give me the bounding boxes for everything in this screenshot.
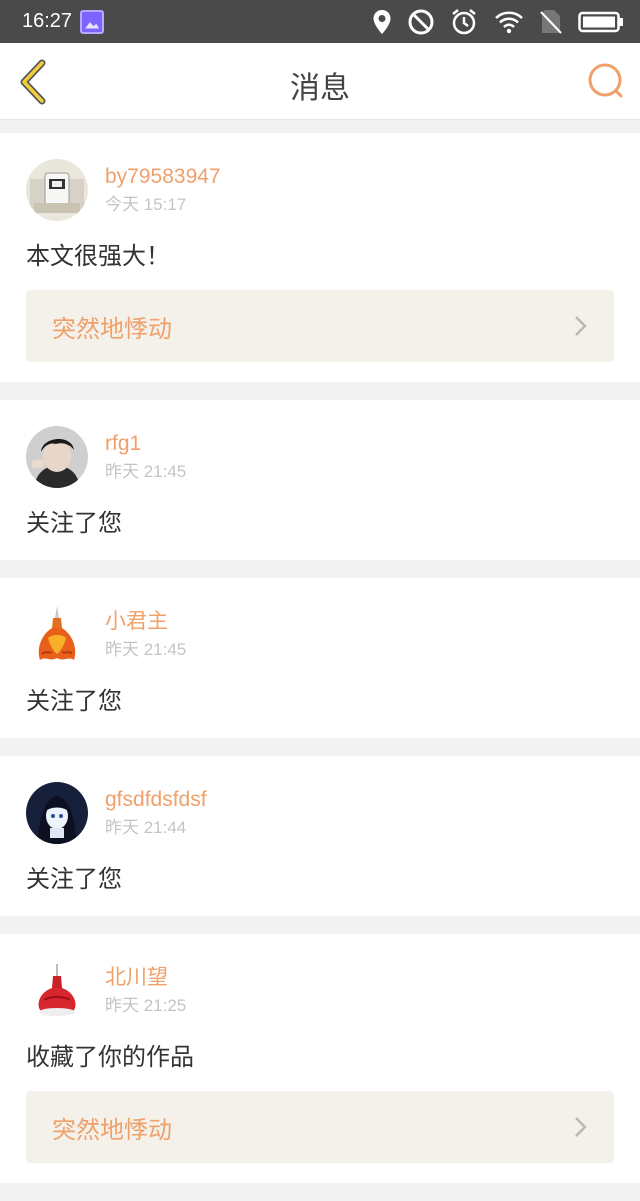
- avatar[interactable]: [26, 159, 88, 221]
- message-header: gfsdfdsfdsf 昨天 21:44: [26, 782, 614, 844]
- page-title: 消息: [290, 71, 350, 106]
- message-text: 关注了您: [26, 687, 122, 715]
- avatar[interactable]: [26, 782, 88, 844]
- message-time: 昨天 21:45: [105, 462, 187, 481]
- status-time: 16:27: [22, 10, 73, 32]
- alarm-clock-icon: [452, 8, 476, 34]
- username[interactable]: rfg1: [105, 430, 186, 458]
- message-text: 收藏了你的作品: [26, 1043, 194, 1071]
- work-title: 突然地悸动: [52, 314, 172, 343]
- message-text: 本文很强大！: [26, 242, 170, 270]
- work-link[interactable]: 突然地悸动: [26, 290, 614, 362]
- message-card[interactable]: gfsdfdsfdsf 昨天 21:44 关注了您: [0, 756, 640, 916]
- work-title: 突然地悸动: [52, 1115, 172, 1144]
- message-card[interactable]: by79583947 今天 15:17 本文很强大！ 突然地悸动: [0, 133, 640, 382]
- top-navigation-bar: 消息: [0, 43, 640, 120]
- message-header: rfg1 昨天 21:45: [26, 426, 614, 488]
- avatar-photo-cup-icon: [26, 159, 88, 221]
- message-header: by79583947 今天 15:17: [26, 159, 614, 221]
- avatar-photo-boy-icon: [26, 426, 88, 488]
- message-time: 昨天 21:45: [105, 640, 187, 659]
- message-list: by79583947 今天 15:17 本文很强大！ 突然地悸动 rfg1 昨天…: [0, 133, 640, 1201]
- chevron-right-icon: [575, 1117, 587, 1137]
- status-bar: 16:27: [0, 0, 640, 43]
- avatar-red-dress-icon: [26, 960, 88, 1022]
- battery-icon: [578, 11, 623, 32]
- username[interactable]: 小君主: [105, 608, 186, 636]
- avatar[interactable]: [26, 960, 88, 1022]
- message-time: 昨天 21:25: [105, 996, 187, 1015]
- no-sim-icon: [540, 9, 562, 34]
- chevron-right-icon: [575, 316, 587, 336]
- message-time: 昨天 21:44: [105, 818, 187, 837]
- location-pin-icon: [373, 9, 391, 34]
- wifi-icon: [495, 10, 523, 33]
- username[interactable]: gfsdfdsfdsf: [105, 786, 207, 814]
- message-text: 关注了您: [26, 865, 122, 893]
- search-icon[interactable]: [586, 61, 626, 101]
- gallery-icon: [80, 9, 105, 34]
- message-time: 今天 15:17: [105, 195, 187, 214]
- message-header: 小君主 昨天 21:45: [26, 604, 614, 666]
- avatar-anime-girl-icon: [26, 782, 88, 844]
- username[interactable]: by79583947: [105, 163, 221, 191]
- avatar[interactable]: [26, 604, 88, 666]
- avatar-flame-dress-icon: [26, 604, 88, 666]
- do-not-disturb-icon: [408, 9, 434, 34]
- message-text: 关注了您: [26, 509, 122, 537]
- username[interactable]: 北川望: [105, 964, 186, 992]
- status-icons: [372, 8, 624, 36]
- avatar[interactable]: [26, 426, 88, 488]
- message-card[interactable]: rfg1 昨天 21:45 关注了您: [0, 400, 640, 560]
- message-card[interactable]: 小君主 昨天 21:45 关注了您: [0, 578, 640, 738]
- message-card[interactable]: 北川望 昨天 21:25 收藏了你的作品 突然地悸动: [0, 934, 640, 1183]
- work-link[interactable]: 突然地悸动: [26, 1091, 614, 1163]
- message-header: 北川望 昨天 21:25: [26, 960, 614, 1022]
